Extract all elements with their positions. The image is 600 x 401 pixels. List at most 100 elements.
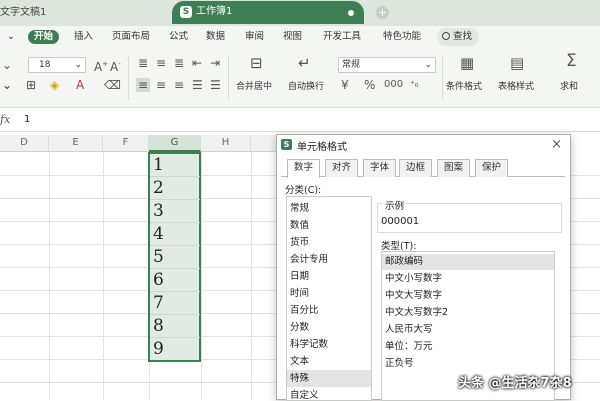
tab-document[interactable]: 文字文稿1 [0,4,46,22]
category-item[interactable]: 货币 [287,234,371,251]
cell-g5[interactable]: 5 [150,246,200,269]
tab-pattern[interactable]: 图案 [437,159,471,177]
type-item[interactable]: 中文大写数字 [382,288,554,304]
tab-protection[interactable]: 保护 [475,159,509,177]
category-list[interactable]: 常规 数值 货币 会计专用 日期 时间 百分比 分数 科学记数 文本 特殊 自定… [286,196,372,401]
category-item[interactable]: 分数 [287,319,371,336]
new-tab-button[interactable]: + [376,6,389,19]
distributed-icon[interactable]: ☰ [210,78,221,92]
merge-center-icon[interactable]: ⊟ [250,56,263,71]
column-header-e[interactable]: E [49,135,103,152]
sum-button[interactable]: 求和 [560,81,578,93]
type-item[interactable]: 中文大写数字2 [382,305,554,321]
tab-workbook[interactable]: S 工作簿1 [172,1,364,24]
menu-formulas[interactable]: 公式 [169,30,188,44]
table-style-icon[interactable]: ▤ [510,56,524,71]
tab-border[interactable]: 边框 [399,159,433,177]
menu-insert[interactable]: 插入 [74,30,93,44]
dialog-title-bar[interactable]: S 单元格格式 × [277,135,570,155]
border-icon[interactable]: ⊞ [26,78,36,92]
type-item[interactable]: 单位：万元 [382,339,554,355]
column-header-f[interactable]: F [103,135,149,152]
cell-g3[interactable]: 3 [150,200,200,223]
fill-color-icon[interactable]: ◈ [50,78,59,92]
menu-features[interactable]: 特色功能 [383,30,421,44]
type-label: 类型(T): [381,241,417,252]
align-center-icon[interactable]: ≡ [156,78,166,92]
align-top-icon[interactable]: ≣ [138,56,148,70]
conditional-format-icon[interactable]: ▦ [460,56,474,71]
tab-font[interactable]: 字体 [363,159,397,177]
menu-view[interactable]: 视图 [283,30,302,44]
cell-g9[interactable]: 9 [150,338,200,361]
tab-number[interactable]: 数字 [287,159,321,178]
column-header-g[interactable]: G [149,135,201,152]
currency-icon[interactable]: ¥ [341,78,349,92]
font-grow-icon[interactable]: A+ [94,57,108,74]
percent-icon[interactable]: % [364,78,375,92]
menu-home[interactable]: 开始 [28,30,60,44]
table-style-button[interactable]: 表格样式 [498,81,534,93]
number-format-select[interactable]: 常规 ⌄ [338,57,436,73]
italic-underline-icons[interactable]: ⌄ [2,78,12,92]
category-item[interactable]: 会计专用 [287,251,371,268]
column-header-d[interactable]: D [0,135,49,152]
type-item[interactable]: 人民币大写 [382,322,554,338]
sample-label: 示例 [383,198,407,212]
indent-increase-icon[interactable]: ⇥ [210,56,220,70]
dialog-tabs: 数字 对齐 字体 边框 图案 保护 [281,159,565,178]
merge-center-button[interactable]: 合并居中 [236,81,272,93]
category-item[interactable]: 文本 [287,353,371,370]
category-item[interactable]: 数值 [287,217,371,234]
font-name-dropdown-icon[interactable]: ⌄ [2,58,12,72]
wrap-text-icon[interactable]: ↵ [298,56,311,71]
conditional-format-button[interactable]: 条件格式 [446,81,482,93]
align-middle-icon[interactable]: ≡ [156,56,166,70]
menu-bar: ⌄ 开始 插入 页面布局 公式 数据 审阅 视图 开发工具 特色功能 查找 [0,26,600,48]
category-item[interactable]: 日期 [287,268,371,285]
cell-g4[interactable]: 4 [150,223,200,246]
font-color-icon[interactable]: A [76,78,84,92]
tab-workbook-label: 工作簿1 [196,6,233,17]
menu-developer[interactable]: 开发工具 [323,30,361,44]
cell-g7[interactable]: 7 [150,292,200,315]
type-item[interactable]: 正负号 [382,356,554,372]
decimal-icon[interactable]: ⁺₀ [410,78,418,92]
close-icon[interactable]: × [551,137,562,152]
function-icon[interactable]: fx [0,113,10,126]
justify-icon[interactable]: ☰ [192,78,203,92]
sum-icon[interactable]: Σ [566,53,577,70]
wrap-text-button[interactable]: 自动换行 [288,81,324,93]
unsaved-dot-icon[interactable] [348,10,354,16]
category-item[interactable]: 科学记数 [287,336,371,353]
type-item[interactable]: 中文小写数字 [382,271,554,287]
column-header-h[interactable]: H [201,135,251,152]
indent-decrease-icon[interactable]: ⇤ [192,56,202,70]
category-item[interactable]: 自定义 [287,387,371,400]
category-item[interactable]: 常规 [287,200,371,217]
tab-alignment[interactable]: 对齐 [325,159,359,177]
formula-input[interactable]: 1 [24,114,30,125]
thousands-icon[interactable]: 000 [384,78,403,92]
align-bottom-icon[interactable]: ≣ [174,56,184,70]
font-shrink-icon[interactable]: A- [110,57,121,74]
search-button[interactable]: 查找 [437,28,479,46]
cell-g6[interactable]: 6 [150,269,200,292]
menu-review[interactable]: 审阅 [245,30,264,44]
font-size-select[interactable]: 18 ⌄ [28,57,86,73]
menu-data[interactable]: 数据 [206,30,225,44]
eraser-icon[interactable]: ⌫ [104,78,121,92]
search-label: 查找 [453,31,473,42]
type-item-selected[interactable]: 邮政编码 [382,254,554,270]
menu-page-layout[interactable]: 页面布局 [112,30,150,44]
cell-g1[interactable]: 1 [150,154,200,177]
category-item[interactable]: 百分比 [287,302,371,319]
cell-g8[interactable]: 8 [150,315,200,338]
category-item[interactable]: 时间 [287,285,371,302]
align-left-icon[interactable]: ≡ [136,78,151,92]
menu-collapse-icon[interactable]: ⌄ [7,30,15,44]
chevron-down-icon: ⌄ [424,60,432,70]
category-item-selected[interactable]: 特殊 [287,370,371,387]
align-right-icon[interactable]: ≡ [174,78,184,92]
cell-g2[interactable]: 2 [150,177,200,200]
